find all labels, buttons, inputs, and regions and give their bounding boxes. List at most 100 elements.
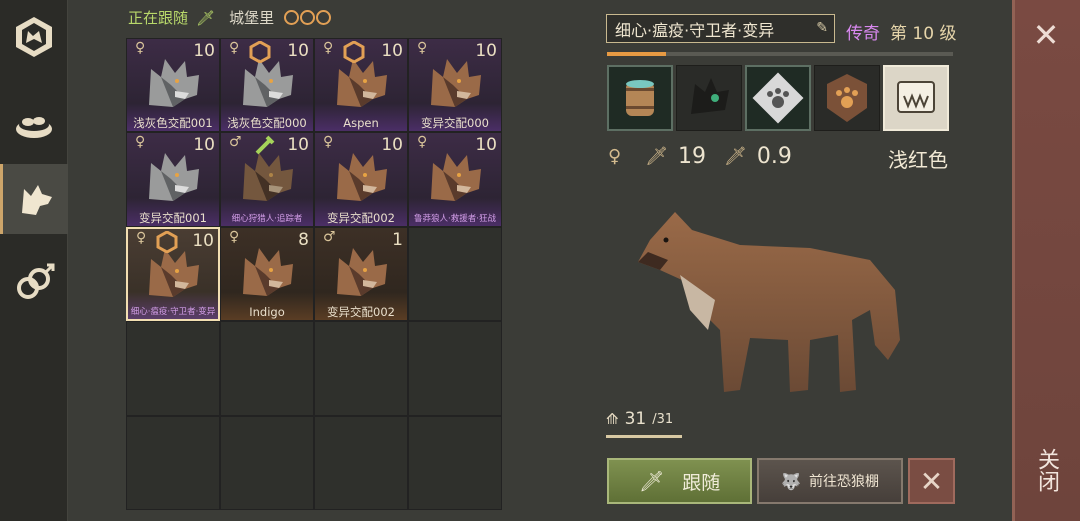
xp-fill xyxy=(607,52,666,56)
wolf-slot[interactable]: ♀ 10 Aspen xyxy=(314,38,408,133)
wolf-slot[interactable]: ♀ 10 鲁莽狼人·救援者·狂战 xyxy=(408,132,502,227)
health-readout: ⟰ 31/31 xyxy=(606,409,673,429)
breeding-icon xyxy=(17,263,55,299)
wolf-slot-name: 变异交配000 xyxy=(421,116,489,131)
wolf-name: 细心·瘟疫·守卫者·变异 xyxy=(615,20,775,40)
wolf-head-icon: 🐺 xyxy=(781,471,801,491)
wolf-level: 10 xyxy=(287,41,309,61)
close-icon[interactable]: ✕ xyxy=(1017,15,1075,55)
rename-pen-icon[interactable]: ✎ xyxy=(816,20,828,36)
follow-button[interactable]: 🗡 跟随 xyxy=(607,458,752,504)
wolf-slot[interactable]: ♀ 10 变异交配000 xyxy=(408,38,502,133)
empty-slot[interactable] xyxy=(126,415,220,510)
wolf-level: 10 xyxy=(475,41,497,61)
go-to-den-label: 前往恐狼棚 xyxy=(808,474,879,490)
sex-icon: ♀ xyxy=(229,228,240,245)
wolf-slot[interactable]: ♀ 10 变异交配001 xyxy=(126,132,220,227)
dagger-icon: 🗡 xyxy=(638,469,665,493)
wolf-level: 10 xyxy=(381,41,403,61)
wolf-face-icon xyxy=(431,59,481,107)
paw-badge-icon xyxy=(752,72,804,124)
wolf-slot-name: 鲁莽狼人·救援者·狂战 xyxy=(414,213,496,224)
wolf-face-icon xyxy=(149,248,199,297)
guard-badge-icon xyxy=(249,41,271,63)
wolf-slot[interactable]: ♂ 10 细心狩猎人·追踪者 xyxy=(220,132,314,227)
wolf-slot-name: 浅灰色交配000 xyxy=(227,116,307,131)
skill-slot[interactable] xyxy=(883,65,949,131)
guard-badge-icon xyxy=(156,230,178,253)
wolf-level: 10 xyxy=(475,135,497,156)
tab-food[interactable] xyxy=(0,88,68,158)
tab-wolf-emblem[interactable] xyxy=(0,2,68,72)
tab-breeding[interactable] xyxy=(0,248,68,318)
wolf-face-icon xyxy=(337,59,387,107)
wolf-face-icon xyxy=(149,59,199,107)
wolf-face-icon xyxy=(243,247,293,296)
release-button[interactable]: ✕ xyxy=(908,458,955,504)
close-label[interactable]: 关闭 xyxy=(1024,440,1068,500)
empty-slot[interactable] xyxy=(220,415,314,510)
wolf-slot-name: Aspen xyxy=(343,116,379,131)
go-to-den-button[interactable]: 🐺 前往恐狼棚 xyxy=(757,458,903,504)
empty-slot[interactable] xyxy=(314,415,408,510)
skill-slot[interactable] xyxy=(607,65,673,131)
wolf-slot-name: 变异交配002 xyxy=(327,210,395,225)
empty-slot[interactable] xyxy=(408,226,502,322)
dagger-icon: 🗡 xyxy=(196,8,216,27)
wolf-level: 10 xyxy=(193,41,215,61)
wolf-level: 10 xyxy=(381,135,403,156)
wolf-face-icon xyxy=(337,247,387,296)
location-label: 城堡里 xyxy=(229,9,275,27)
castle-slots-icon xyxy=(284,10,332,25)
wolf-slot[interactable]: ♀ 10 浅灰色交配001 xyxy=(126,38,220,133)
attack-icon: 🗡 xyxy=(645,146,669,167)
sex-icon: ♀ xyxy=(323,134,334,151)
fang-icon: ⟰ xyxy=(606,410,619,428)
skill-slot[interactable] xyxy=(745,65,811,131)
skill-slot[interactable] xyxy=(676,65,742,131)
sex-icon: ♂ xyxy=(229,134,242,151)
skill-slot[interactable] xyxy=(814,65,880,131)
tab-wolf-pack[interactable] xyxy=(0,164,68,234)
attack-speed-icon: 🗡 xyxy=(724,146,747,167)
sex-icon: ♂ xyxy=(323,228,336,245)
wolf-slot[interactable]: ♀ 10 细心·瘟疫·守卫者·变异 xyxy=(126,226,220,322)
wolf-level: 8 xyxy=(298,229,309,250)
wolf-grid: ♀ 10 浅灰色交配001 ♀ 10 浅灰色交配000 ♀ 10 Aspen ♀… xyxy=(126,38,502,510)
empty-slot[interactable] xyxy=(408,415,502,510)
empty-slot[interactable] xyxy=(408,321,502,416)
wolf-level: 10 xyxy=(193,135,215,156)
sex-icon: ♀ xyxy=(323,40,334,56)
hp-max: /31 xyxy=(652,411,674,427)
empty-slot[interactable] xyxy=(314,321,408,416)
water-barrel-icon xyxy=(626,80,654,116)
coat-color-label: 浅红色 xyxy=(888,148,948,172)
wolf-level: 10 xyxy=(192,230,214,251)
pack-header: 正在跟随 🗡 城堡里 xyxy=(128,7,332,28)
wolf-slot[interactable]: ♀ 8 Indigo xyxy=(220,226,314,322)
guard-badge-icon xyxy=(343,41,365,63)
empty-slot[interactable] xyxy=(126,321,220,416)
sex-icon: ♀ xyxy=(417,134,428,151)
hunter-badge-icon xyxy=(255,135,275,155)
wolf-slot-name: 细心狩猎人·追踪者 xyxy=(231,213,303,224)
wolf-emblem-icon xyxy=(16,17,52,57)
wolf-slot[interactable]: ♀ 10 浅灰色交配000 xyxy=(220,38,314,133)
wolf-head-icon xyxy=(21,185,52,215)
wolf-level: 1 xyxy=(392,229,403,250)
fang-scroll-icon xyxy=(897,81,935,113)
follow-label: 跟随 xyxy=(682,471,721,494)
hp-bar xyxy=(606,435,682,438)
empty-slot[interactable] xyxy=(220,321,314,416)
wolf-slot[interactable]: ♂ 1 变异交配002 xyxy=(314,226,408,322)
follow-status: 正在跟随 xyxy=(128,9,189,27)
sex-icon: ♀ xyxy=(417,40,428,56)
sidebar xyxy=(0,0,68,521)
wolf-name-field[interactable]: 细心·瘟疫·守卫者·变异 ✎ xyxy=(606,14,835,43)
wolf-face-icon xyxy=(149,153,199,202)
wolf-slot-name: 浅灰色交配001 xyxy=(133,116,213,131)
wolf-slot[interactable]: ♀ 10 变异交配002 xyxy=(314,132,408,227)
hp-value: 31 xyxy=(624,409,647,429)
food-bowl-icon xyxy=(16,117,52,138)
wolf-face-icon xyxy=(337,153,387,202)
